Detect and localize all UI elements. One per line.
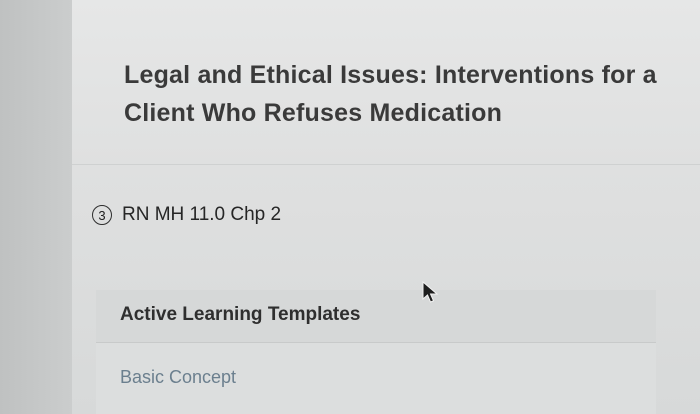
basic-concept-link[interactable]: Basic Concept (120, 367, 236, 388)
header-divider (72, 164, 700, 165)
mouse-pointer-icon (422, 280, 439, 303)
lesson-meta: 3 RN MH 11.0 Chp 2 (92, 204, 281, 226)
lesson-source: RN MH 11.0 Chp 2 (122, 204, 282, 225)
left-sidebar-edge (0, 0, 72, 414)
templates-section-body: Basic Concept (96, 343, 656, 414)
templates-section-title: Active Learning Templates (120, 304, 361, 325)
screen: Legal and Ethical Issues: Interventions … (0, 0, 700, 414)
numbered-circle-icon: 3 (92, 205, 112, 225)
lesson-title: Legal and Ethical Issues: Interventions … (124, 61, 657, 127)
templates-section-header: Active Learning Templates (96, 290, 656, 343)
